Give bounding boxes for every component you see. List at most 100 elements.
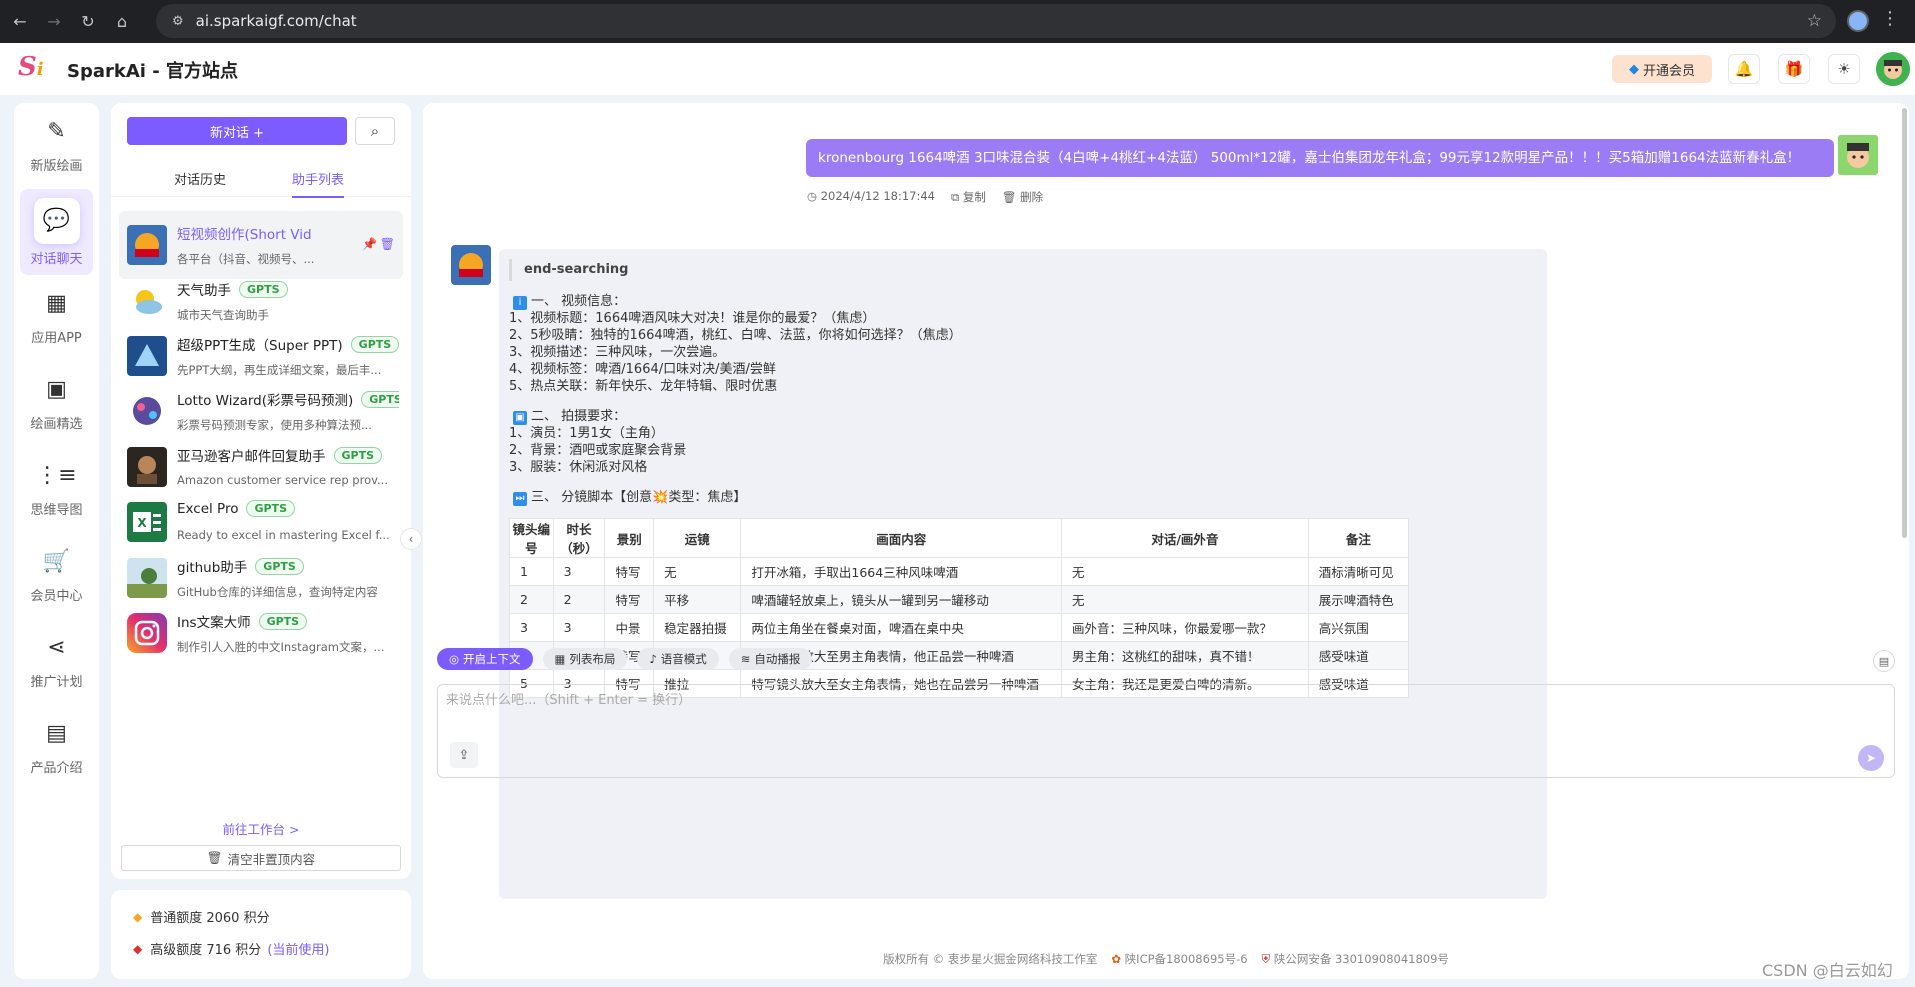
assistant-panel: 新对话 + ⌕ 对话历史 助手列表 短视频创作(Short Vid 各平台（抖音…: [111, 103, 411, 879]
delete-button[interactable]: 🗑 删除: [1002, 189, 1043, 205]
gpts-badge: GPTS: [361, 390, 399, 408]
table-cell: 啤酒罐轻放桌上，镜头从一罐到另一罐移动: [740, 585, 1063, 614]
message-input-box: ⇪ ➤: [437, 684, 1895, 778]
table-cell: 3: [552, 557, 606, 586]
page-scrollbar[interactable]: [1902, 108, 1907, 538]
rail-label: 会员中心: [30, 588, 83, 604]
gpts-badge: GPTS: [239, 280, 288, 298]
excel-icon: X: [127, 502, 167, 542]
waveform-icon: ≋: [740, 652, 751, 666]
rail-label: 应用APP: [31, 330, 82, 346]
vip-label: 开通会员: [1642, 63, 1695, 79]
rail-item-product[interactable]: ▤ 产品介绍: [14, 705, 99, 791]
cart-icon: 🛒: [42, 549, 71, 574]
address-bar[interactable]: ⚙ ai.sparkaigf.com/chat ☆: [156, 4, 1836, 38]
assistant-desc: 各平台（抖音、视频号、...: [177, 252, 315, 266]
panel-tabs: 对话历史 助手列表: [111, 163, 411, 198]
rail-label: 绘画精选: [30, 416, 83, 432]
table-cell: 酒标清晰可见: [1307, 557, 1410, 586]
sparkai-logo: Si: [18, 52, 44, 82]
assistant-desc: 制作引人入胜的中文Instagram文案，...: [177, 640, 385, 654]
tab-assistants[interactable]: 助手列表: [292, 169, 345, 198]
browser-toolbar: ← → ↻ ⌂ ⚙ ai.sparkaigf.com/chat ☆ ⋮: [0, 0, 1915, 43]
tab-history[interactable]: 对话历史: [174, 169, 226, 196]
send-icon[interactable]: ➤: [1858, 745, 1884, 771]
context-toggle-button[interactable]: ◎ 开启上下文: [437, 648, 533, 670]
rail-item-new-painting[interactable]: ✎ 新版绘画: [14, 103, 99, 189]
assistant-item[interactable]: Ins文案大师 GPTS 制作引人入胜的中文Instagram文案，...: [119, 599, 403, 667]
section-title: i 一、 视频信息：: [509, 293, 1537, 310]
paint-brush-icon: ✎: [47, 119, 66, 144]
assistant-name: 超级PPT生成（Super PPT) GPTS: [177, 334, 399, 354]
rail-item-gallery[interactable]: ▣ 绘画精选: [14, 361, 99, 447]
forward-icon[interactable]: →: [40, 8, 68, 36]
message-input[interactable]: [446, 689, 1846, 729]
rail-label: 对话聊天: [30, 251, 83, 267]
home-icon[interactable]: ⌂: [108, 8, 136, 36]
quota-panel: ◆ 普通额度 2060 积分 ◆ 高级额度 716 积分 (当前使用): [111, 890, 411, 979]
text-line: 3、视频描述：三种风味，一次尝遍。: [509, 345, 726, 360]
back-icon[interactable]: ←: [6, 8, 34, 36]
police-badge-icon: ⛨: [1261, 952, 1271, 966]
text-line: 3、服装：休闲派对风格: [509, 460, 648, 475]
apps-grid-icon: ▦: [46, 291, 67, 316]
instagram-icon: [127, 613, 167, 653]
collapse-panel-icon[interactable]: ‹: [400, 528, 422, 550]
trash-icon[interactable]: 🗑: [380, 237, 395, 251]
goto-workbench-link[interactable]: 前往工作台 >: [111, 819, 411, 838]
rail-item-promotion[interactable]: ⋖ 推广计划: [14, 619, 99, 705]
rail-item-apps[interactable]: ▦ 应用APP: [14, 275, 99, 361]
assistant-avatar: [127, 558, 167, 598]
autoplay-button[interactable]: ≋ 自动播报: [728, 648, 813, 670]
info-icon: i: [513, 296, 527, 310]
assistant-avatar: [127, 391, 167, 431]
table-cell: 无: [653, 557, 742, 586]
chat-toolbar: ◎ 开启上下文 ▦ 列表布局 ♪ 语音模式 ≋ 自动播报: [437, 648, 813, 670]
gift-icon[interactable]: 🎁: [1778, 54, 1810, 84]
voice-mode-button[interactable]: ♪ 语音模式: [637, 648, 719, 670]
police-link[interactable]: ⛨ 陕公网安备 33010908041809号: [1262, 951, 1449, 967]
reload-icon[interactable]: ↻: [74, 8, 102, 36]
browser-profile-icon[interactable]: [1847, 10, 1869, 32]
rail-item-member[interactable]: 🛒 会员中心: [14, 533, 99, 619]
clear-unpinned-button[interactable]: 🗑 清空非置顶内容: [121, 845, 401, 871]
assistant-name: 亚马逊客户邮件回复助手 GPTS: [177, 445, 383, 465]
product-icon: ▤: [46, 721, 67, 746]
current-use-label: (当前使用): [267, 943, 330, 958]
assistant-name: github助手 GPTS: [177, 556, 304, 576]
diamond-icon: ◆: [133, 909, 143, 924]
bookmark-star-icon[interactable]: ☆: [1807, 11, 1822, 31]
copy-button[interactable]: ⧉ 复制: [951, 189, 986, 205]
assistant-desc: Ready to excel in mastering Excel f...: [177, 528, 390, 542]
table-cell: 无: [1061, 585, 1309, 614]
robot-icon[interactable]: ▤: [1873, 650, 1895, 672]
gpts-badge: GPTS: [255, 557, 304, 575]
theme-sun-icon[interactable]: ☀: [1828, 54, 1860, 84]
table-header: 画面内容: [740, 518, 1063, 558]
search-icon[interactable]: ⌕: [355, 117, 395, 145]
vip-button[interactable]: ◆ 开通会员: [1612, 55, 1712, 83]
table-cell: 画外音：三种风味，你最爱哪一款？: [1061, 613, 1309, 642]
list-layout-button[interactable]: ▦ 列表布局: [542, 648, 628, 670]
new-chat-button[interactable]: 新对话 +: [127, 117, 347, 145]
assistant-desc: GitHub仓库的详细信息，查询特定内容: [177, 585, 378, 599]
user-avatar[interactable]: [1876, 52, 1910, 86]
table-cell: 高兴氛围: [1307, 613, 1410, 642]
text-line: 4、视频标签：啤酒/1664/口味对决/美酒/尝鲜: [509, 362, 776, 377]
trash-icon: 🗑: [1001, 190, 1017, 204]
pin-icon[interactable]: 📌: [362, 237, 377, 251]
rail-item-mindmap[interactable]: ⋮≡ 思维导图: [14, 447, 99, 533]
text-line: 2、5秒吸睛：独特的1664啤酒，桃红、白啤、法蓝，你将如何选择？（焦虑）: [509, 328, 962, 343]
rail-item-chat[interactable]: 💬 对话聊天: [20, 189, 93, 275]
text-line: 2、背景：酒吧或家庭聚会背景: [509, 443, 687, 458]
table-cell: 展示啤酒特色: [1307, 585, 1410, 614]
browser-menu-icon[interactable]: ⋮: [1881, 8, 1899, 29]
user-message: kronenbourg 1664啤酒 3口味混合装（4白啤+4桃红+4法蓝） 5…: [806, 139, 1834, 177]
assistant-desc: 城市天气查询助手: [177, 308, 269, 322]
icp-link[interactable]: ✿ 陕ICP备18008695号-6: [1111, 951, 1247, 967]
site-info-icon[interactable]: ⚙: [172, 14, 184, 29]
notification-bell-icon[interactable]: 🔔: [1728, 54, 1760, 84]
trash-icon: 🗑: [206, 850, 223, 865]
upload-icon[interactable]: ⇪: [450, 742, 478, 768]
table-cell: 3: [509, 613, 554, 642]
